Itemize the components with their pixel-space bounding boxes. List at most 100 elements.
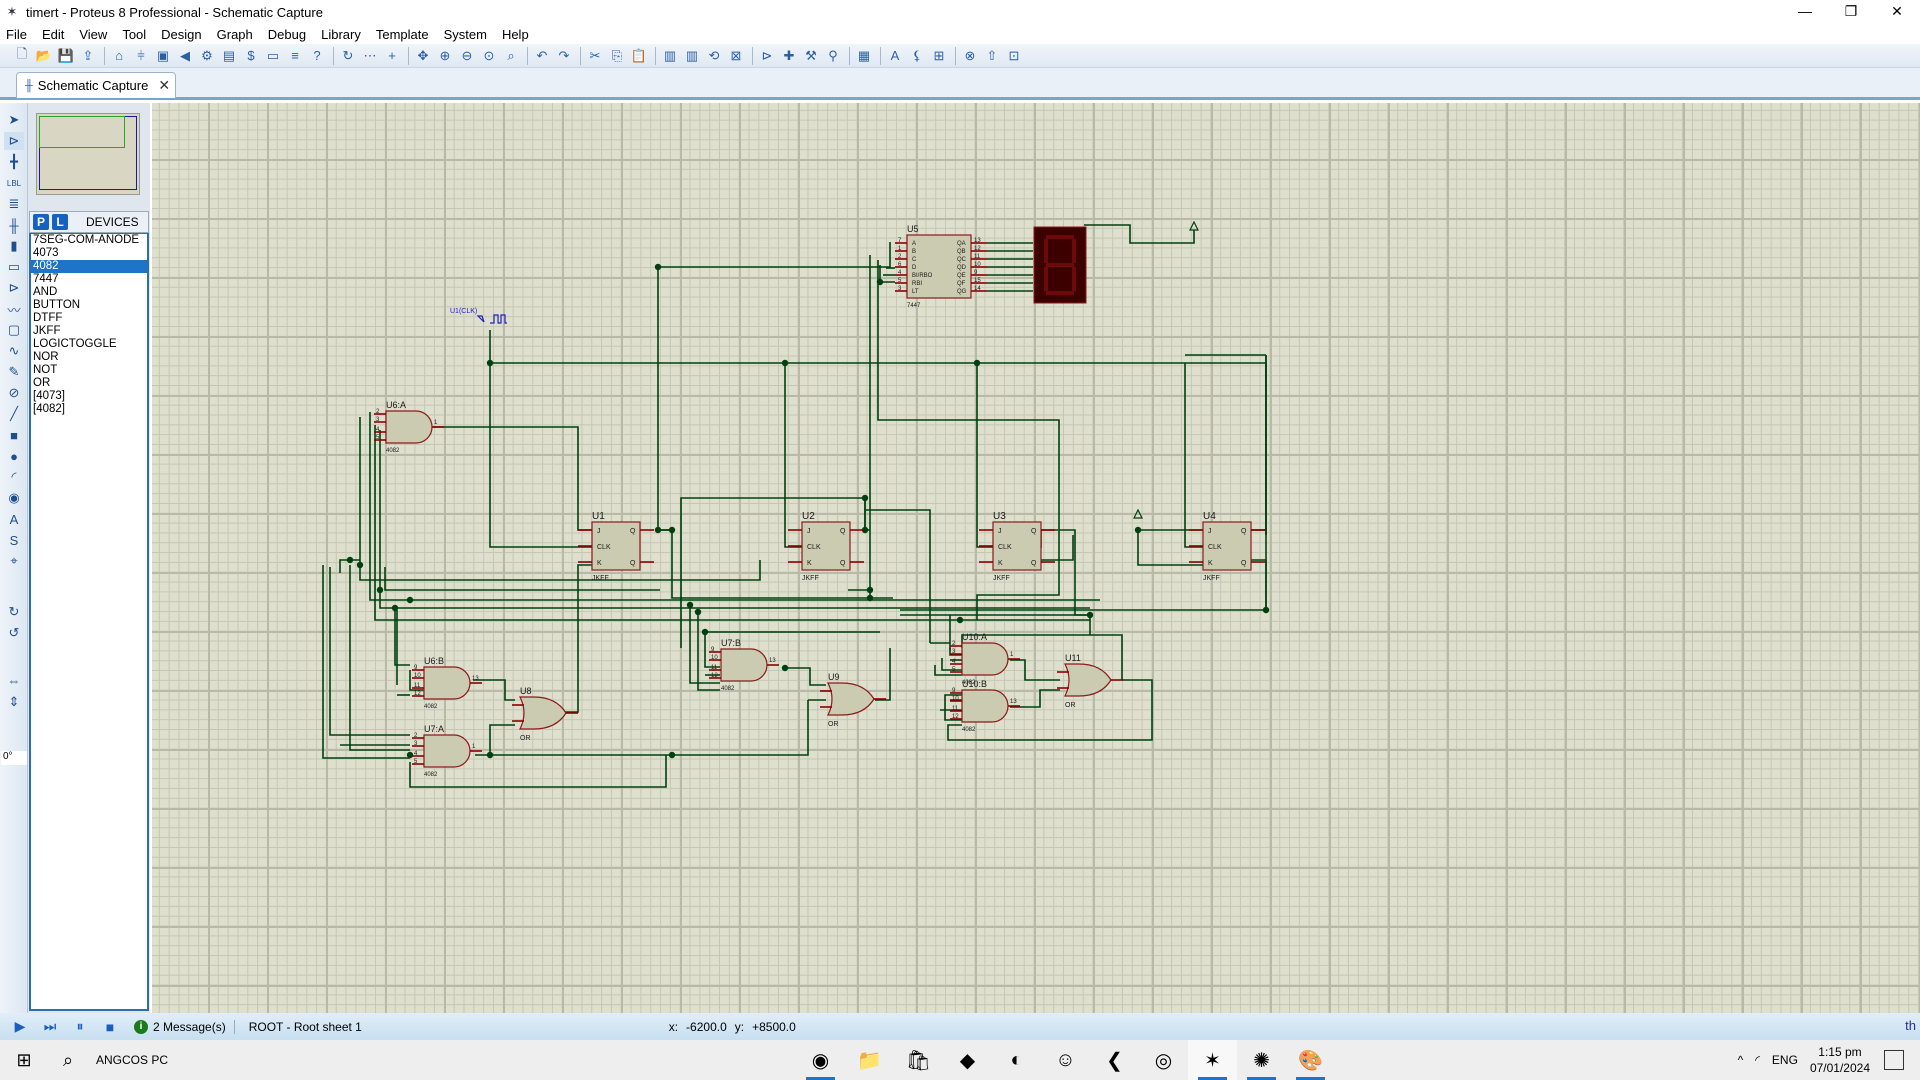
pin-label[interactable]: QE bbox=[957, 273, 966, 279]
3d-icon[interactable]: ◀ bbox=[175, 46, 195, 66]
pin-label-qbar[interactable]: Q bbox=[630, 560, 636, 567]
view-area[interactable] bbox=[39, 116, 125, 148]
notifications-icon[interactable] bbox=[1884, 1050, 1904, 1070]
device-item[interactable]: [4082] bbox=[31, 403, 147, 416]
device-list[interactable]: 7SEG-COM-ANODE 4073 4082 7447 AND BUTTON DTFF J… bbox=[29, 233, 149, 1011]
pin-label[interactable]: QB bbox=[957, 249, 966, 255]
gate-type[interactable]: 4082 bbox=[721, 686, 735, 692]
active-popup-icon[interactable]: ▢ bbox=[4, 321, 24, 339]
pin-number[interactable]: 15 bbox=[974, 278, 981, 284]
gate-ref[interactable]: U10:B bbox=[962, 679, 987, 689]
text-script-icon[interactable]: ≣ bbox=[4, 195, 24, 213]
or-gate[interactable] bbox=[519, 696, 567, 730]
units-toggle[interactable]: th bbox=[1905, 1018, 1916, 1033]
2d-arc-icon[interactable]: ◜ bbox=[4, 468, 24, 486]
gate-type[interactable]: 4082 bbox=[424, 704, 438, 710]
menu-graph[interactable]: Graph bbox=[217, 27, 253, 42]
start-button[interactable]: ⊞ bbox=[0, 1040, 48, 1080]
visual-studio-icon[interactable]: ◆ bbox=[943, 1040, 992, 1080]
tab-schematic-capture[interactable]: ╫ Schematic Capture ✕ bbox=[16, 72, 176, 98]
edge-icon[interactable]: ◉ bbox=[796, 1040, 845, 1080]
pin-number[interactable]: 11 bbox=[952, 706, 959, 712]
schematic-icon[interactable]: ⫩ bbox=[131, 46, 151, 66]
language-indicator[interactable]: ENG bbox=[1772, 1053, 1798, 1067]
and-gate[interactable] bbox=[961, 642, 1009, 676]
paste-icon[interactable]: 📋 bbox=[629, 46, 649, 66]
menu-template[interactable]: Template bbox=[376, 27, 429, 42]
wifi-icon[interactable]: ◜ bbox=[1755, 1053, 1760, 1067]
and-gate[interactable] bbox=[720, 648, 768, 682]
device-item[interactable]: 7447 bbox=[31, 273, 147, 286]
messages-indicator[interactable]: i 2 Message(s) bbox=[134, 1019, 235, 1034]
pin-number[interactable]: 12 bbox=[711, 673, 718, 679]
and-gate[interactable] bbox=[961, 689, 1009, 723]
pin-label[interactable]: D bbox=[912, 265, 917, 271]
stop-button[interactable]: ■ bbox=[100, 1017, 120, 1037]
pin-number[interactable]: 11 bbox=[414, 683, 421, 689]
pin-label[interactable]: LT bbox=[912, 289, 919, 295]
pin-number[interactable]: 1 bbox=[1010, 652, 1014, 658]
zoom-in-icon[interactable]: ⊕ bbox=[435, 46, 455, 66]
gate-type[interactable]: OR bbox=[1065, 702, 1076, 709]
flipflop-ref[interactable]: U4 bbox=[1203, 511, 1216, 522]
pin-label-clk[interactable]: CLK bbox=[807, 544, 821, 551]
exit-parent-icon[interactable]: ⇧ bbox=[982, 46, 1002, 66]
device-item[interactable]: DTFF bbox=[31, 312, 147, 325]
pin-label[interactable]: QF bbox=[957, 281, 966, 287]
bom-icon[interactable]: ▤ bbox=[219, 46, 239, 66]
pan-icon[interactable]: ✥ bbox=[413, 46, 433, 66]
and-gate[interactable] bbox=[423, 734, 471, 768]
pin-number[interactable]: 10 bbox=[711, 655, 718, 661]
junction-dot-icon[interactable]: ╋ bbox=[4, 153, 24, 171]
copy-icon[interactable]: ⎘ bbox=[607, 46, 627, 66]
bus-icon[interactable]: ╫ bbox=[4, 216, 24, 234]
pin-label-qbar[interactable]: Q bbox=[840, 560, 846, 567]
remove-sheet-icon[interactable]: ⊗ bbox=[960, 46, 980, 66]
display-segment[interactable] bbox=[1072, 239, 1076, 263]
display-segment[interactable] bbox=[1046, 263, 1074, 267]
flipflop-type[interactable]: JKFF bbox=[993, 575, 1010, 582]
pin-label-q[interactable]: Q bbox=[630, 528, 636, 535]
menu-file[interactable]: File bbox=[6, 27, 27, 42]
file-explorer-icon[interactable]: 📁 bbox=[845, 1040, 894, 1080]
2d-text-icon[interactable]: A bbox=[4, 510, 24, 528]
close-button[interactable]: ✕ bbox=[1874, 0, 1920, 24]
pin-number[interactable]: 14 bbox=[974, 286, 981, 292]
block-delete-icon[interactable]: ⊠ bbox=[726, 46, 746, 66]
virtual-instrument-icon[interactable]: ⊘ bbox=[4, 384, 24, 402]
pin-number[interactable]: 13 bbox=[974, 238, 981, 244]
pin-label-j[interactable]: J bbox=[807, 528, 811, 535]
design-explorer-icon[interactable]: ▭ bbox=[263, 46, 283, 66]
eclipse-icon[interactable]: ◐ bbox=[992, 1040, 1041, 1080]
play-button[interactable]: ▶ bbox=[10, 1017, 30, 1037]
menu-debug[interactable]: Debug bbox=[268, 27, 306, 42]
block-copy-icon[interactable]: ▥ bbox=[660, 46, 680, 66]
pin-number[interactable]: 12 bbox=[974, 246, 981, 252]
schematic-canvas[interactable]: U1(CLK) U1 JKFF J CLK K Q Q U2 JKFF J CLK K Q Q U3 JKFF J… bbox=[152, 103, 1920, 1013]
selection-mode-icon[interactable]: ➤ bbox=[4, 111, 24, 129]
subcircuit-icon[interactable]: ▮ bbox=[4, 237, 24, 255]
grid-icon[interactable]: ⋯ bbox=[360, 46, 380, 66]
pin-label[interactable]: B bbox=[912, 249, 916, 255]
2d-symbol-icon[interactable]: S bbox=[4, 531, 24, 549]
pin-label-q[interactable]: Q bbox=[840, 528, 846, 535]
pin-label[interactable]: BI/RBO bbox=[912, 273, 933, 279]
block-move-icon[interactable]: ▥ bbox=[682, 46, 702, 66]
display-segment[interactable] bbox=[1046, 291, 1074, 295]
display-segment[interactable] bbox=[1072, 267, 1076, 291]
rotation-angle-field[interactable]: 0° bbox=[1, 751, 27, 765]
help-icon[interactable]: ? bbox=[307, 46, 327, 66]
origin-icon[interactable]: + bbox=[382, 46, 402, 66]
pin-number[interactable]: 11 bbox=[711, 665, 718, 671]
pin-label-k[interactable]: K bbox=[807, 560, 812, 567]
rotate-cw-icon[interactable]: ↻ bbox=[4, 603, 24, 621]
pin-label-qbar[interactable]: Q bbox=[1241, 560, 1247, 567]
menu-tool[interactable]: Tool bbox=[122, 27, 146, 42]
block-rotate-icon[interactable]: ⟲ bbox=[704, 46, 724, 66]
clock-generator-icon[interactable] bbox=[476, 315, 485, 323]
overview-window[interactable] bbox=[36, 113, 140, 195]
pin-label[interactable]: QA bbox=[957, 241, 966, 247]
netlist-icon[interactable]: ⊡ bbox=[1004, 46, 1024, 66]
chrome-icon[interactable]: ◎ bbox=[1139, 1040, 1188, 1080]
decompose-icon[interactable]: ⚲ bbox=[823, 46, 843, 66]
